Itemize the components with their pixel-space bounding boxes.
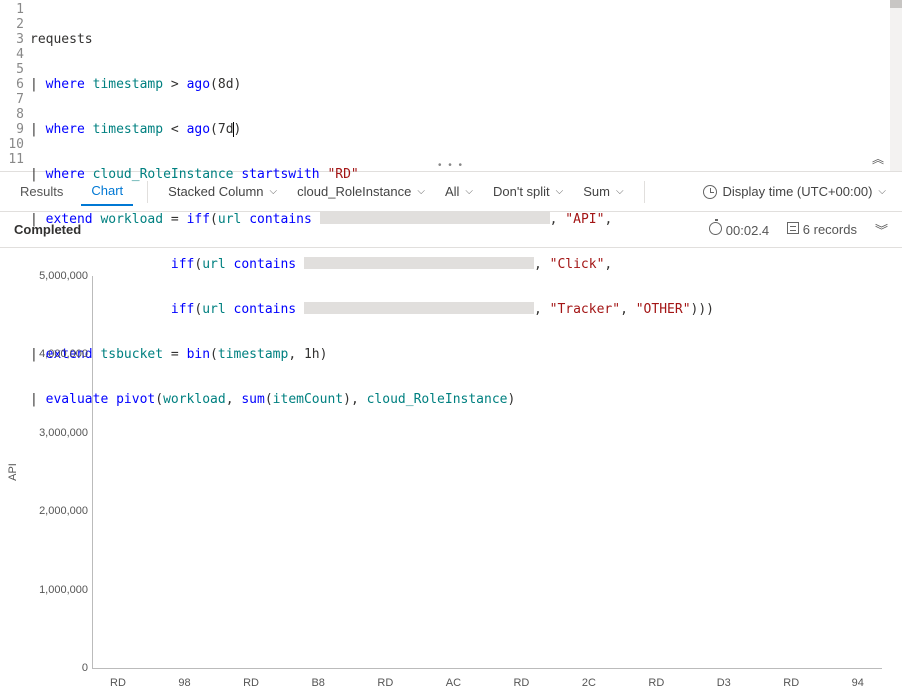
line-number: 2 [0, 17, 24, 32]
x-tick: 94 [852, 677, 864, 689]
line-number: 5 [0, 62, 24, 77]
query-editor[interactable]: 1 2 3 4 5 6 7 8 9 10 11 requests | where… [0, 0, 902, 172]
editor-scrollbar[interactable] [890, 0, 902, 171]
x-tick: B8 [311, 677, 324, 689]
x-tick: 2C [582, 677, 596, 689]
line-number: 6 [0, 77, 24, 92]
line-number: 3 [0, 32, 24, 47]
x-tick: RD [377, 677, 393, 689]
line-gutter: 1 2 3 4 5 6 7 8 9 10 11 [0, 0, 30, 171]
x-tick: AC [446, 677, 461, 689]
code-area[interactable]: requests | where timestamp > ago(8d) | w… [30, 0, 902, 171]
bar[interactable] [129, 667, 221, 668]
resize-handle-icon[interactable]: • • • [438, 160, 464, 171]
stopwatch-icon [709, 222, 722, 235]
x-tick: 98 [178, 677, 190, 689]
x-tick: RD [110, 677, 126, 689]
collapse-chevron-icon[interactable]: ︽ [872, 150, 884, 167]
line-number: 1 [0, 2, 24, 17]
bar-segment-bottom[interactable] [629, 667, 721, 668]
line-number: 4 [0, 47, 24, 62]
y-tick: 3,000,000 [33, 427, 88, 439]
chart-area: API 0 1,000,000 2,000,000 3,000,000 4,00… [0, 248, 902, 695]
x-tick: RD [243, 677, 259, 689]
plot: 0 1,000,000 2,000,000 3,000,000 4,000,00… [92, 276, 882, 669]
bar[interactable] [504, 667, 596, 668]
list-icon [787, 222, 799, 234]
clock-icon [703, 185, 717, 199]
bar-segment-bottom[interactable] [129, 667, 221, 668]
y-tick: 5,000,000 [33, 270, 88, 282]
bar[interactable] [254, 667, 346, 668]
line-number: 10 [0, 137, 24, 152]
x-tick: RD [513, 677, 529, 689]
bar[interactable] [629, 667, 721, 668]
y-tick: 0 [33, 662, 88, 674]
bar-segment-bottom[interactable] [379, 667, 471, 668]
y-tick: 2,000,000 [33, 505, 88, 517]
y-tick: 4,000,000 [33, 348, 88, 360]
line-number: 8 [0, 107, 24, 122]
line-number: 7 [0, 92, 24, 107]
bar-segment-bottom[interactable] [504, 667, 596, 668]
x-tick: RD [783, 677, 799, 689]
bar[interactable] [379, 667, 471, 668]
bar[interactable] [754, 667, 846, 668]
bar-segment-bottom[interactable] [254, 667, 346, 668]
y-axis-label: API [7, 463, 19, 481]
y-tick: 1,000,000 [33, 584, 88, 596]
x-tick: D3 [717, 677, 731, 689]
line-number: 11 [0, 152, 24, 167]
line-number: 9 [0, 122, 24, 137]
x-tick: RD [648, 677, 664, 689]
bar-segment-bottom[interactable] [754, 667, 846, 668]
